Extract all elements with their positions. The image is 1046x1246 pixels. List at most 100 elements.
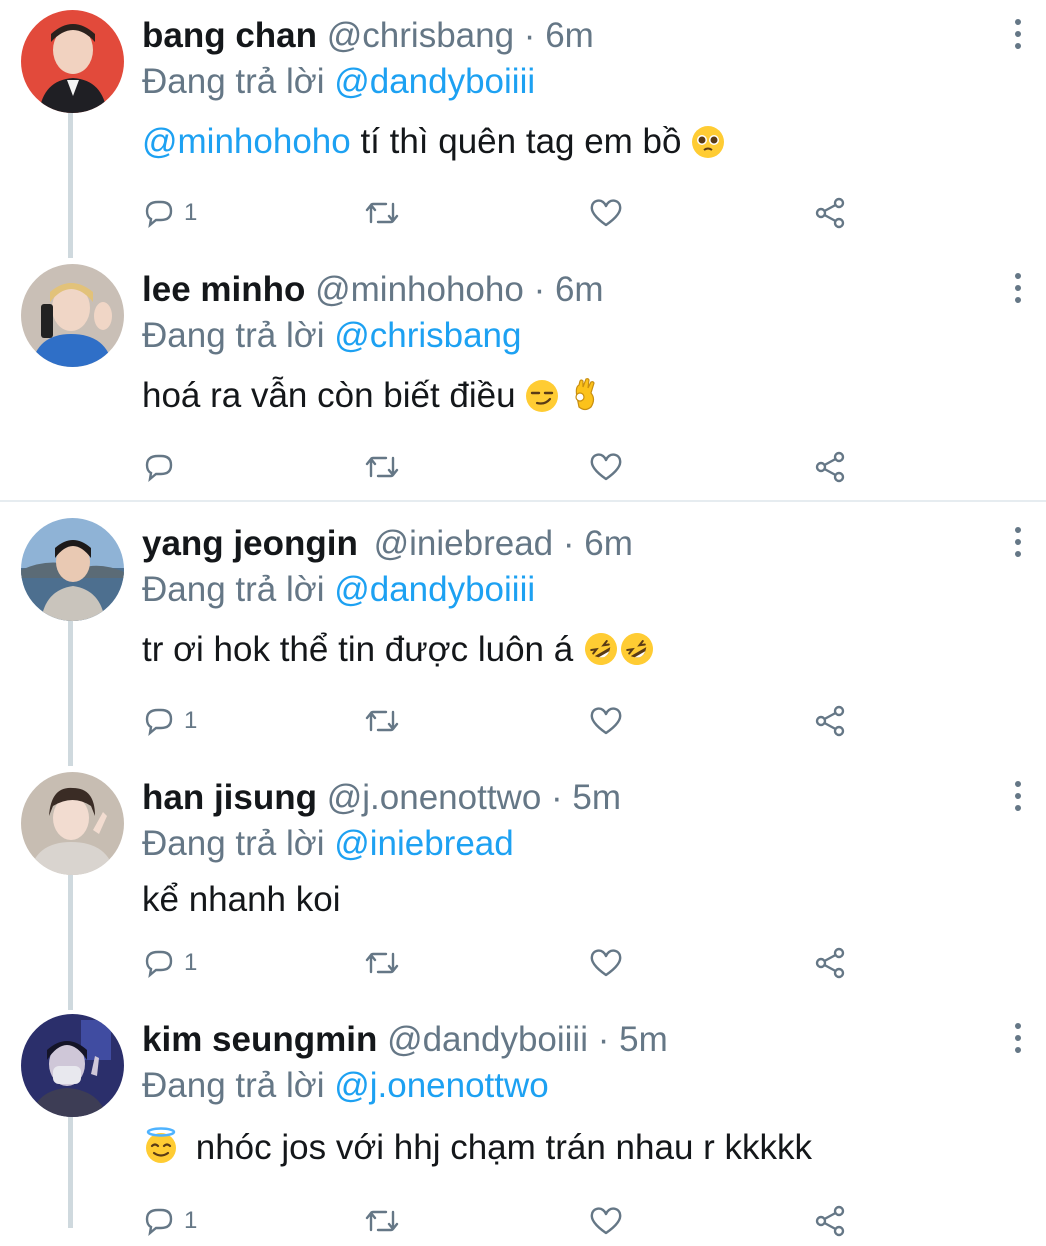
avatar[interactable] [21,264,124,367]
reply-count: 1 [184,199,198,226]
replying-to-mention[interactable]: @chrisbang [334,316,521,355]
display-name[interactable]: yang jeongin [142,524,358,563]
tweet-header: kim seungmin @dandyboiiii · 5m [142,1018,668,1062]
reply-icon [145,950,173,978]
tweet-text: hoá ra vẫn còn biết điều [142,372,599,426]
user-handle[interactable]: @minhohoho [315,270,524,309]
display-name[interactable]: bang chan [142,16,317,55]
avatar[interactable] [21,518,124,621]
tweet-text: @minhohoho tí thì quên tag em bồ [142,118,725,172]
tweet-text: nhóc jos với hhj chạm trán nhau r kkkkk [142,1124,812,1178]
timestamp[interactable]: 6m [555,270,604,309]
share-button[interactable] [812,1196,848,1246]
timestamp[interactable]: 6m [545,16,594,55]
reply-count: 1 [184,707,198,734]
text-mention[interactable]: @minhohoho [142,122,351,161]
like-button[interactable] [588,938,624,988]
replying-to: Đang trả lời @j.onenottwo [142,1064,549,1108]
retweet-button[interactable] [362,188,402,238]
separator-dot: · [597,1020,610,1059]
ok-hand-icon [569,377,599,426]
tweet-header: han jisung @j.onenottwo · 5m [142,776,621,820]
display-name[interactable]: kim seungmin [142,1020,377,1059]
reply-button[interactable]: 1 [142,696,197,746]
more-icon[interactable] [1006,776,1030,816]
replying-to-mention[interactable]: @dandyboiiii [334,62,535,101]
user-handle[interactable]: @dandyboiiii [387,1020,588,1059]
replying-to: Đang trả lời @dandyboiiii [142,60,535,104]
more-icon[interactable] [1006,268,1030,308]
avatar[interactable] [21,772,124,875]
tweet[interactable]: kim seungmin @dandyboiiii · 5m Đang trả … [0,1004,1046,1237]
avatar[interactable] [21,1014,124,1117]
tweet[interactable]: lee minho @minhohoho · 6m Đang trả lời @… [0,254,1046,500]
user-handle[interactable]: @iniebread [374,524,554,563]
text-content: nhóc jos với hhj chạm trán nhau r kkkkk [195,1128,813,1167]
user-handle[interactable]: @j.onenottwo [327,778,542,817]
tweet-text: kể nhanh koi [142,876,340,924]
display-name[interactable]: lee minho [142,270,305,309]
replying-to-mention[interactable]: @dandyboiiii [334,570,535,609]
reply-button[interactable]: 1 [142,1196,197,1246]
share-button[interactable] [812,442,848,492]
tweet-header: yang jeongin @iniebread · 6m [142,522,633,566]
retweet-icon [365,710,399,732]
retweet-icon [365,952,399,974]
more-icon[interactable] [1006,522,1030,562]
tweet-actions: 1 [142,696,862,746]
divider [0,500,1046,502]
timestamp[interactable]: 5m [619,1020,668,1059]
reply-button[interactable]: 1 [142,188,197,238]
replying-to: Đang trả lời @chrisbang [142,314,522,358]
share-button[interactable] [812,696,848,746]
tweet[interactable]: yang jeongin @iniebread · 6m Đang trả lờ… [0,508,1046,762]
more-icon[interactable] [1006,14,1030,54]
like-button[interactable] [588,188,624,238]
timestamp[interactable]: 5m [572,778,621,817]
like-icon [590,453,622,481]
replying-to-label: Đang trả lời [142,570,325,609]
replying-to-mention[interactable]: @iniebread [334,824,514,863]
user-handle[interactable]: @chrisbang [327,16,514,55]
halo-face-icon [142,1127,180,1178]
replying-to-label: Đang trả lời [142,62,325,101]
retweet-button[interactable] [362,442,402,492]
tweet[interactable]: han jisung @j.onenottwo · 5m Đang trả lờ… [0,762,1046,1008]
reply-count: 1 [184,949,198,976]
display-name[interactable]: han jisung [142,778,317,817]
separator-dot: · [533,270,546,309]
share-icon [815,197,845,229]
reply-icon [145,200,173,228]
reply-button[interactable] [142,442,184,492]
like-button[interactable] [588,1196,624,1246]
tweet-actions: 1 [142,1196,862,1246]
share-icon [815,451,845,483]
share-button[interactable] [812,938,848,988]
like-button[interactable] [588,696,624,746]
retweet-icon [365,202,399,224]
retweet-button[interactable] [362,1196,402,1246]
like-button[interactable] [588,442,624,492]
share-icon [815,705,845,737]
tweet-actions: 1 [142,188,862,238]
tweet-actions: 1 [142,938,862,988]
like-icon [590,707,622,735]
retweet-icon [365,456,399,478]
reply-icon [145,1208,173,1236]
reply-button[interactable]: 1 [142,938,197,988]
replying-to: Đang trả lời @iniebread [142,822,514,866]
text-content: tí thì quên tag em bồ [350,122,682,161]
retweet-button[interactable] [362,696,402,746]
share-icon [815,947,845,979]
tweet-actions [142,442,862,492]
timestamp[interactable]: 6m [584,524,633,563]
pleading-face-icon [691,124,725,172]
tweet[interactable]: bang chan @chrisbang · 6m Đang trả lời @… [0,0,1046,254]
share-button[interactable] [812,188,848,238]
replying-to-mention[interactable]: @j.onenottwo [334,1066,549,1105]
tweet-header: bang chan @chrisbang · 6m [142,14,594,58]
more-icon[interactable] [1006,1018,1030,1058]
avatar[interactable] [21,10,124,113]
rofl-face-icon [619,631,655,680]
retweet-button[interactable] [362,938,402,988]
